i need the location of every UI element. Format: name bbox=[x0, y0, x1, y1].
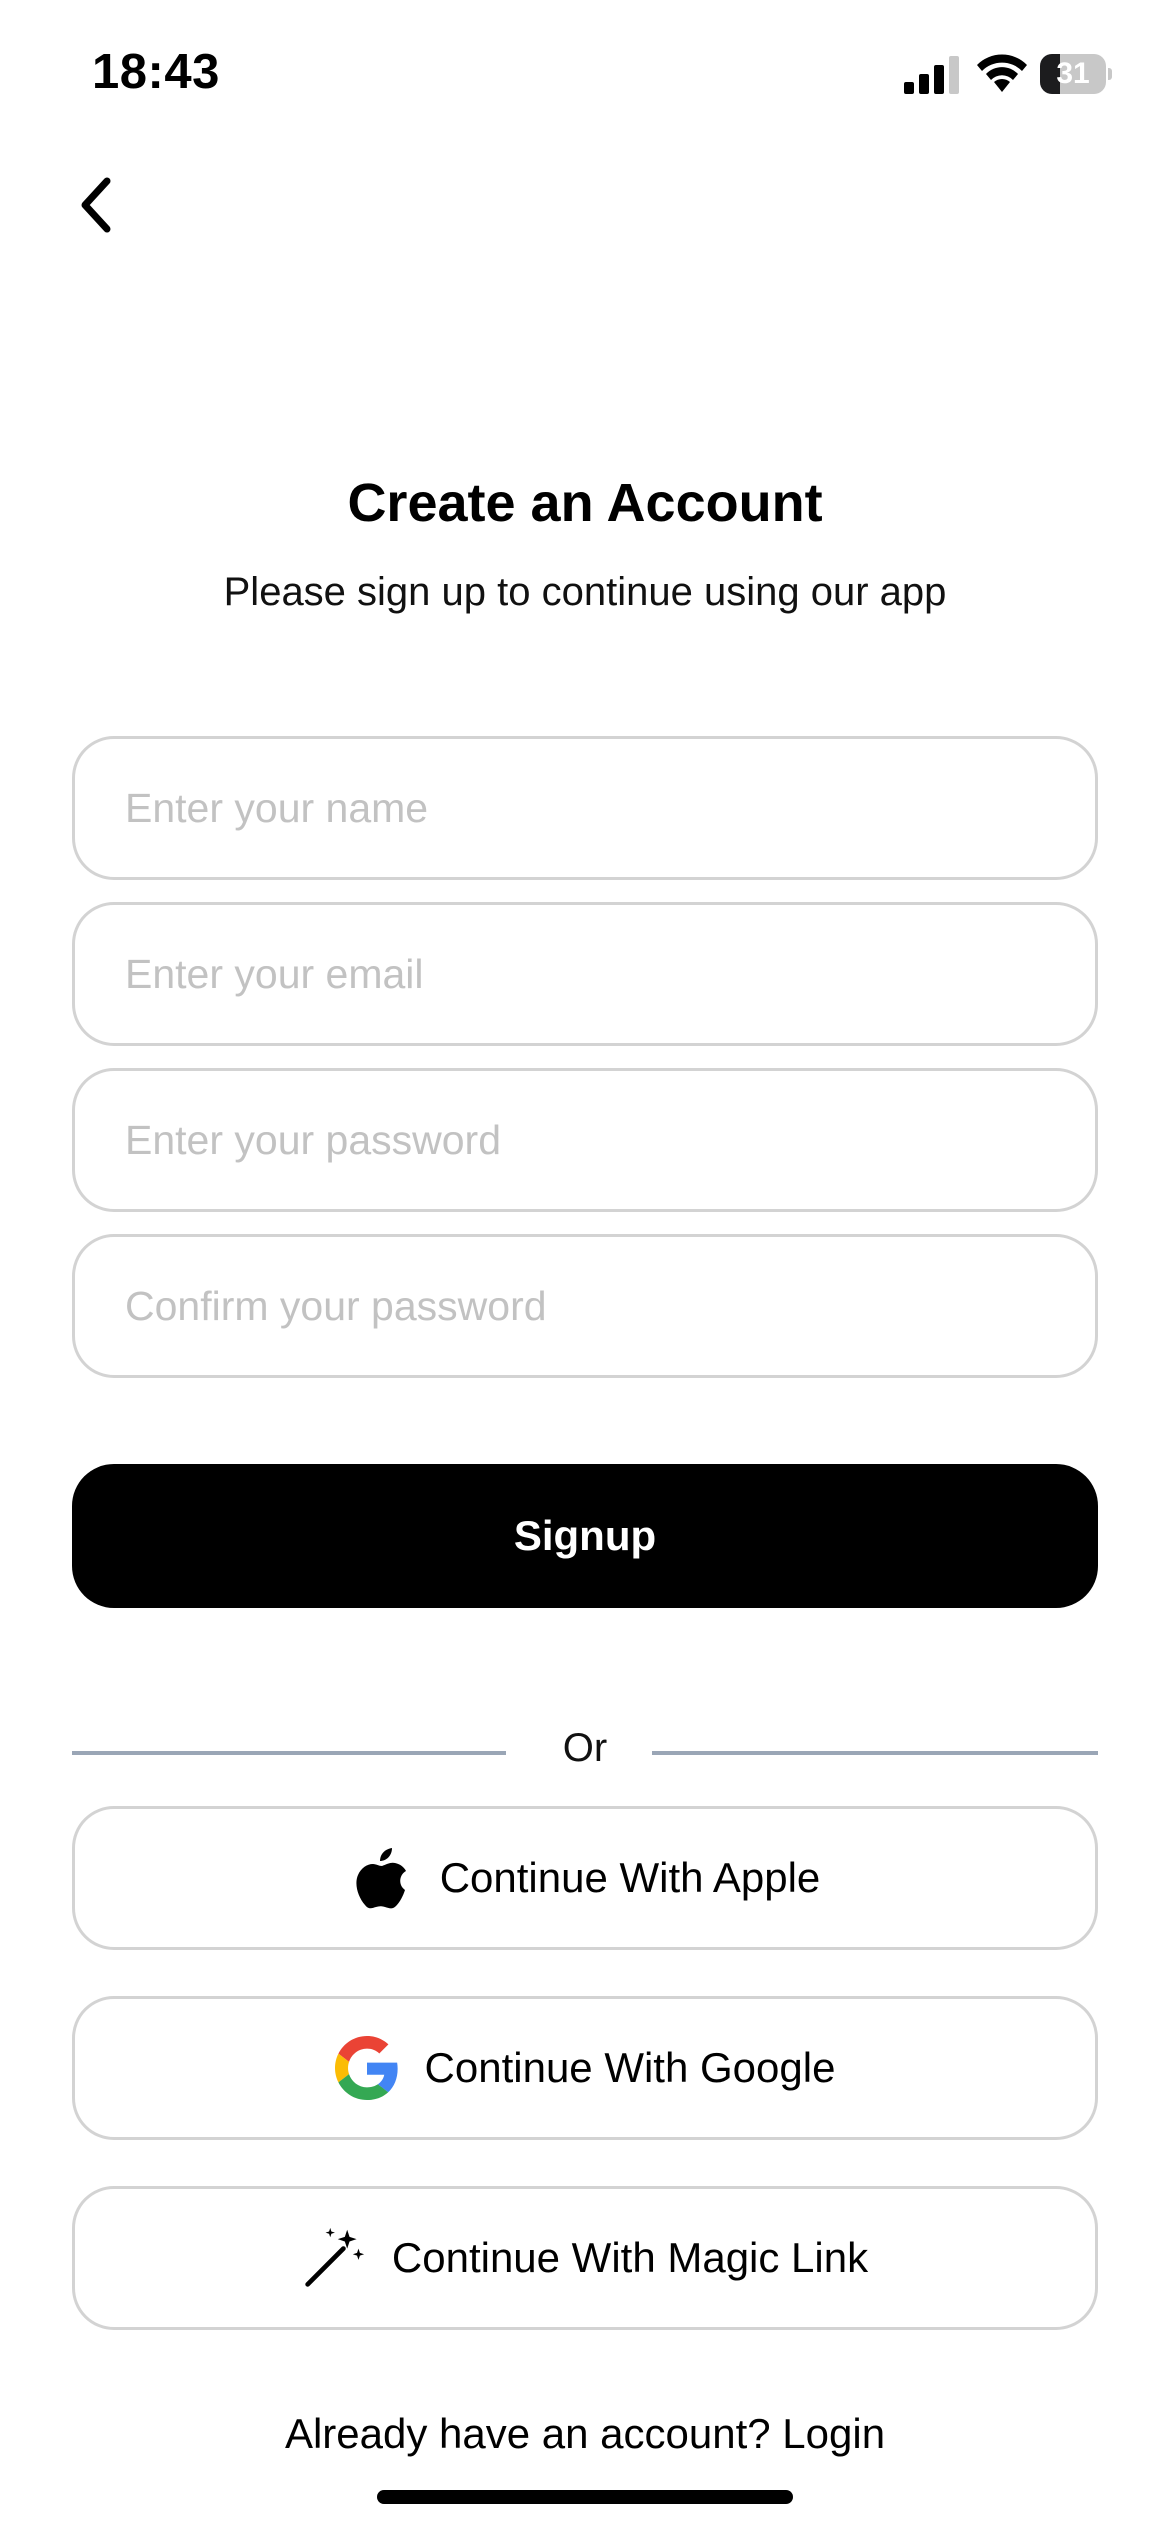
login-prompt-text: Already have an account? bbox=[284, 2410, 783, 2457]
login-link[interactable]: Login bbox=[782, 2410, 885, 2457]
signup-screen: 18:43 31 Create an Account Please sign u… bbox=[0, 0, 1170, 2532]
continue-with-apple-button[interactable]: Continue With Apple bbox=[72, 1806, 1098, 1950]
status-bar: 18:43 31 bbox=[0, 0, 1170, 150]
email-input[interactable] bbox=[75, 905, 1095, 1043]
continue-with-google-label: Continue With Google bbox=[424, 2044, 836, 2091]
battery-icon: 31 bbox=[1040, 54, 1112, 94]
chevron-left-icon bbox=[81, 177, 111, 233]
continue-with-magic-link-label: Continue With Magic Link bbox=[391, 2234, 869, 2281]
signal-icon bbox=[904, 56, 959, 94]
back-button[interactable] bbox=[64, 168, 128, 242]
magic-wand-icon bbox=[302, 2226, 366, 2290]
divider-line-left bbox=[72, 1751, 506, 1755]
wifi-icon bbox=[977, 54, 1027, 92]
name-field[interactable] bbox=[72, 736, 1098, 880]
continue-with-apple-label: Continue With Apple bbox=[439, 1854, 821, 1901]
password-input[interactable] bbox=[75, 1071, 1095, 1209]
apple-icon bbox=[350, 1846, 414, 1910]
page-subtitle: Please sign up to continue using our app bbox=[223, 570, 947, 614]
battery-level: 31 bbox=[1056, 57, 1090, 90]
continue-with-google-button[interactable]: Continue With Google bbox=[72, 1996, 1098, 2140]
status-time: 18:43 bbox=[92, 45, 220, 99]
password-field[interactable] bbox=[72, 1068, 1098, 1212]
login-prompt: Already have an account? Login bbox=[0, 2410, 1170, 2458]
confirm-password-field[interactable] bbox=[72, 1234, 1098, 1378]
page-title: Create an Account bbox=[347, 473, 823, 533]
home-indicator bbox=[377, 2490, 793, 2504]
divider-or-label: Or bbox=[562, 1726, 608, 1770]
continue-with-magic-link-button[interactable]: Continue With Magic Link bbox=[72, 2186, 1098, 2330]
name-input[interactable] bbox=[75, 739, 1095, 877]
email-field[interactable] bbox=[72, 902, 1098, 1046]
signup-button[interactable]: Signup bbox=[72, 1464, 1098, 1608]
google-icon bbox=[334, 2036, 399, 2100]
confirm-password-input[interactable] bbox=[75, 1237, 1095, 1375]
divider-line-right bbox=[652, 1751, 1098, 1755]
